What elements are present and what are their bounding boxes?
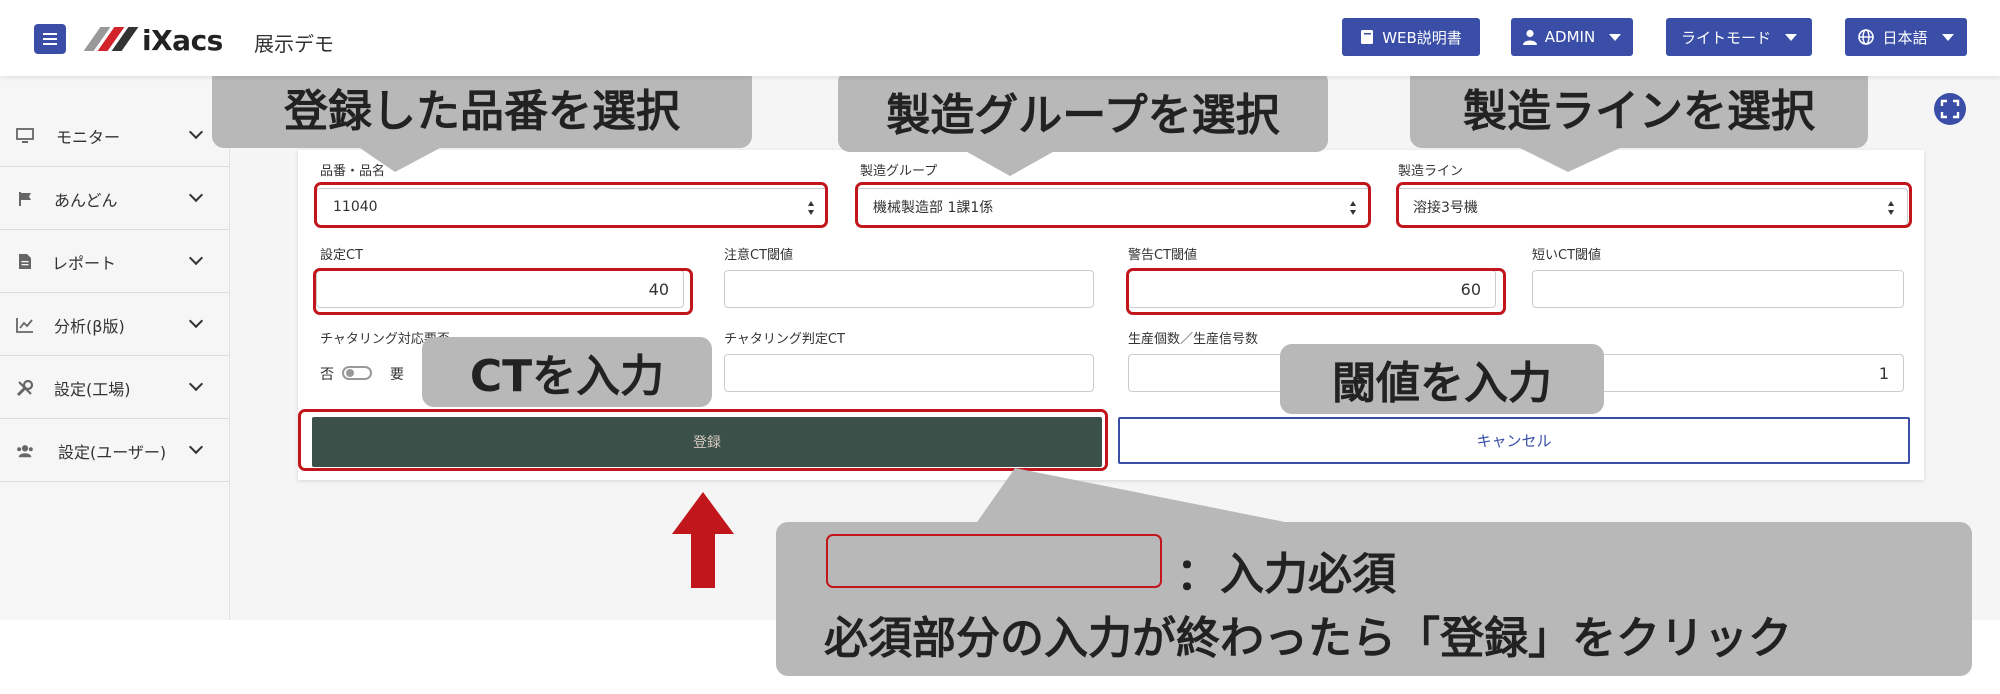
top-header: iXacs 展示デモ WEB説明書 ADMIN ライトモード 日本語 xyxy=(0,0,2000,76)
logo-text: iXacs xyxy=(142,23,223,57)
language-button[interactable]: 日本語 xyxy=(1845,18,1967,56)
app-name: 展示デモ xyxy=(254,32,334,56)
callout-select-line: 製造ラインを選択 xyxy=(1410,66,1868,148)
hamburger-menu-button[interactable] xyxy=(34,24,66,54)
book-icon xyxy=(1361,30,1374,44)
logo: iXacs xyxy=(83,23,223,57)
theme-mode-label: ライトモード xyxy=(1680,28,1771,47)
user-icon xyxy=(1522,29,1537,45)
web-manual-button[interactable]: WEB説明書 xyxy=(1342,18,1480,56)
chevron-down-icon xyxy=(1785,33,1797,41)
theme-mode-button[interactable]: ライトモード xyxy=(1666,18,1812,56)
user-label: ADMIN xyxy=(1544,28,1596,46)
arrow-up-icon xyxy=(672,492,734,588)
callout-required-info: ：入力必須 必須部分の入力が終わったら「登録」をクリック xyxy=(776,522,1972,676)
callout-input-ct: CTを入力 xyxy=(422,337,712,407)
callout-select-group: 製造グループを選択 xyxy=(838,70,1328,152)
web-manual-label: WEB説明書 xyxy=(1382,28,1462,47)
chevron-down-icon xyxy=(1609,33,1622,41)
callout-input-threshold: 閾値を入力 xyxy=(1280,344,1604,414)
user-menu-button[interactable]: ADMIN xyxy=(1511,18,1633,56)
globe-icon xyxy=(1858,29,1875,45)
logo-mark-icon xyxy=(83,27,139,53)
required-legend-box xyxy=(826,534,1162,588)
click-register-instruction: 必須部分の入力が終わったら「登録」をクリック xyxy=(824,613,1792,664)
callout-select-part: 登録した品番を選択 xyxy=(212,66,752,148)
chevron-down-icon xyxy=(1941,33,1954,41)
language-label: 日本語 xyxy=(1882,28,1928,47)
required-legend-text: ：入力必須 xyxy=(1176,549,1396,600)
